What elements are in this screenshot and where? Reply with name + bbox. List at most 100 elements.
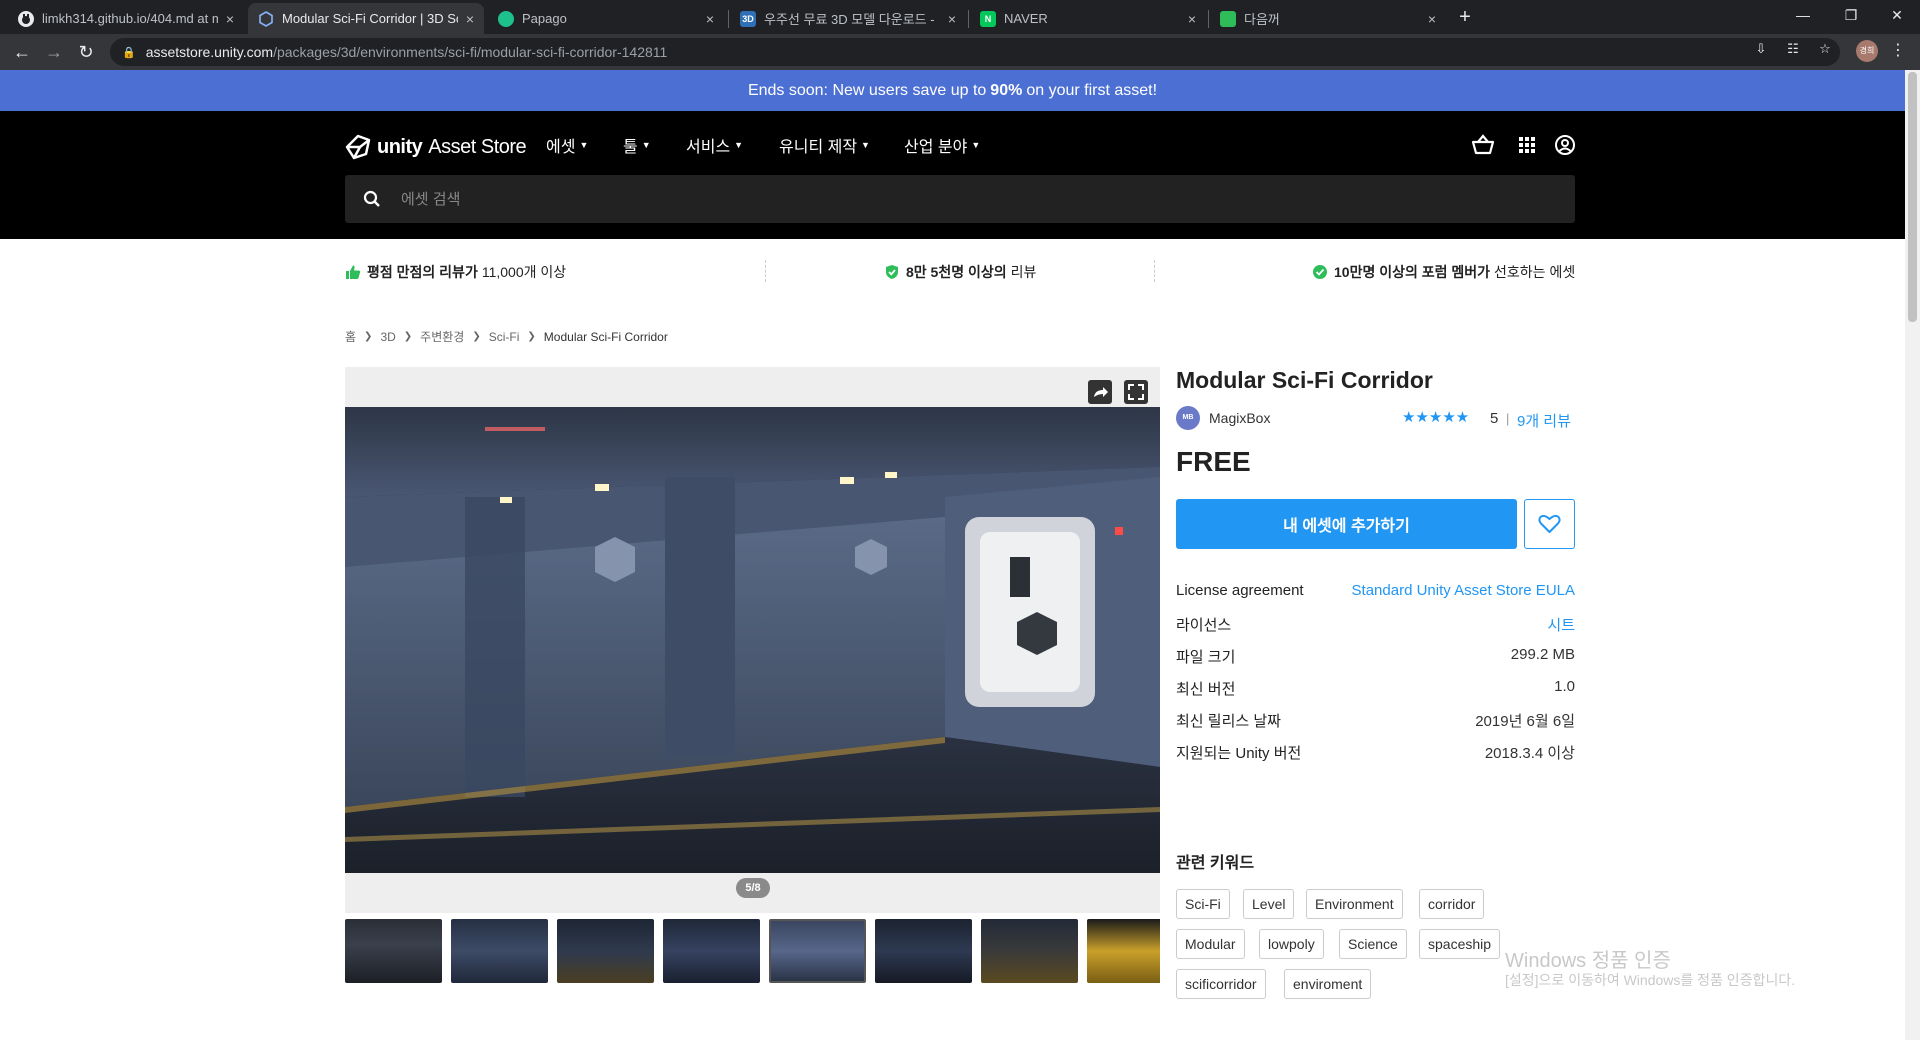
tab-naver[interactable]: N NAVER × xyxy=(970,3,1206,34)
publisher-row: MB MagixBox ★★★★★ 5 | 9개 리뷰 xyxy=(1176,406,1576,432)
gallery-thumbnails xyxy=(345,919,1160,983)
reload-icon[interactable]: ↻ xyxy=(74,40,98,64)
new-tab-button[interactable]: + xyxy=(1452,4,1478,30)
close-tab-icon[interactable]: × xyxy=(1188,11,1196,27)
trust-separator xyxy=(765,260,766,282)
seat-link[interactable]: 시트 xyxy=(1547,614,1575,635)
eula-link[interactable]: Standard Unity Asset Store EULA xyxy=(1352,582,1575,599)
price: FREE xyxy=(1176,446,1251,477)
more-menu-icon[interactable]: ⋮ xyxy=(1890,40,1906,60)
nav-industries[interactable]: 산업 분야 ▼ xyxy=(904,133,980,157)
keyword-tag[interactable]: Level xyxy=(1243,889,1295,919)
trust-item-reviews: 평점 만점의 리뷰가 11,000개 이상 xyxy=(345,262,566,282)
tab-unity-asset[interactable]: Modular Sci-Fi Corridor | 3D Sci × xyxy=(248,3,484,34)
keywords-title: 관련 키워드 xyxy=(1176,855,1255,872)
keyword-tag[interactable]: corridor xyxy=(1419,889,1485,919)
thumbnail-8[interactable] xyxy=(1087,919,1160,983)
breadcrumb-3d[interactable]: 3D xyxy=(380,330,395,344)
papago-icon xyxy=(498,10,514,27)
back-arrow-icon[interactable]: ← xyxy=(10,40,34,64)
wishlist-button[interactable] xyxy=(1524,499,1575,549)
breadcrumb-scifi[interactable]: Sci-Fi xyxy=(489,330,520,344)
close-tab-icon[interactable]: × xyxy=(1428,11,1436,27)
breadcrumb-home[interactable]: 홈 xyxy=(345,328,356,345)
star-bookmark-icon[interactable]: ☆ xyxy=(1816,40,1834,58)
url-field[interactable]: 🔒 assetstore.unity.com/packages/3d/envir… xyxy=(110,38,1840,66)
nav-services[interactable]: 서비스 ▼ xyxy=(686,133,743,157)
chevron-right-icon: ❯ xyxy=(364,331,373,342)
chevron-down-icon: ▼ xyxy=(579,140,589,150)
forward-arrow-icon[interactable]: → xyxy=(42,40,66,64)
breadcrumb-environments[interactable]: 주변환경 xyxy=(420,328,464,345)
close-tab-icon[interactable]: × xyxy=(466,11,474,27)
rating-value: 5 xyxy=(1490,410,1499,427)
thumbnail-4[interactable] xyxy=(663,919,760,983)
thumbnail-1[interactable] xyxy=(345,919,442,983)
product-gallery xyxy=(345,367,1160,913)
breadcrumb: 홈 ❯ 3D ❯ 주변환경 ❯ Sci-Fi ❯ Modular Sci-Fi … xyxy=(345,328,668,345)
windows-activation-watermark: Windows 정품 인증 xyxy=(1505,950,1671,972)
thumbnail-3[interactable] xyxy=(557,919,654,983)
close-tab-icon[interactable]: × xyxy=(226,11,234,27)
trust-item-members: 8만 5천명 이상의 리뷰 xyxy=(884,262,1036,282)
nav-made-with-unity[interactable]: 유니티 제작 ▼ xyxy=(779,133,870,157)
keyword-tag[interactable]: Science xyxy=(1339,929,1407,959)
github-icon xyxy=(18,10,34,27)
fullscreen-icon[interactable] xyxy=(1124,380,1148,404)
scrollbar-thumb[interactable] xyxy=(1908,72,1917,322)
share-icon[interactable] xyxy=(1088,380,1112,404)
keyword-tag[interactable]: scificorridor xyxy=(1176,969,1266,999)
scifi-corridor-image xyxy=(345,407,1160,873)
chevron-down-icon: ▼ xyxy=(734,140,744,150)
close-tab-icon[interactable]: × xyxy=(948,11,956,27)
rating-stars: ★★★★★ xyxy=(1402,409,1470,426)
nav-assets[interactable]: 에셋 ▼ xyxy=(546,133,588,157)
profile-avatar[interactable]: 경희 xyxy=(1856,40,1878,62)
keyword-tag[interactable]: Environment xyxy=(1306,889,1403,919)
close-window-icon[interactable]: ✕ xyxy=(1874,0,1920,30)
thumbnail-7[interactable] xyxy=(981,919,1078,983)
minimize-icon[interactable]: — xyxy=(1780,0,1826,30)
thumbnail-6[interactable] xyxy=(875,919,972,983)
account-icon[interactable] xyxy=(1552,132,1578,158)
address-bar: ← → ↻ 🔒 assetstore.unity.com/packages/3d… xyxy=(0,34,1920,70)
search-input[interactable] xyxy=(401,190,1501,208)
keyword-tag[interactable]: spaceship xyxy=(1419,929,1501,959)
3d-site-icon: 3D xyxy=(740,10,756,27)
keyword-tag[interactable]: Sci-Fi xyxy=(1176,889,1230,919)
windows-activation-hint: [설정]으로 이동하여 Windows를 정품 인증합니다. xyxy=(1505,972,1796,988)
trust-separator xyxy=(1154,260,1155,282)
heart-icon xyxy=(1538,514,1561,533)
keyword-tag[interactable]: Modular xyxy=(1176,929,1245,959)
chevron-down-icon: ▼ xyxy=(861,140,870,150)
tab-3d-models[interactable]: 3D 우주선 무료 3D 모델 다운로드 - × xyxy=(730,3,966,34)
install-app-icon[interactable]: ⇩ xyxy=(1752,40,1770,58)
product-title: Modular Sci-Fi Corridor xyxy=(1176,367,1433,393)
restore-icon[interactable]: ❐ xyxy=(1828,0,1874,30)
publisher-link[interactable]: MagixBox xyxy=(1209,410,1270,426)
thumbnail-5-selected[interactable] xyxy=(769,919,866,983)
unity-logo[interactable]: unity Asset Store xyxy=(345,131,527,163)
reviews-link[interactable]: 9개 리뷰 xyxy=(1517,410,1571,431)
translate-icon[interactable]: ☷ xyxy=(1784,40,1802,58)
browser-tab-bar: limkh314.github.io/404.md at m × Modular… xyxy=(0,0,1920,34)
promo-banner[interactable]: Ends soon: New users save up to 90% on y… xyxy=(0,70,1905,111)
chevron-right-icon: ❯ xyxy=(527,331,536,342)
search-bar xyxy=(345,175,1575,223)
tab-separator xyxy=(1208,10,1209,28)
keyword-tag[interactable]: lowpoly xyxy=(1259,929,1324,959)
tab-github[interactable]: limkh314.github.io/404.md at m × xyxy=(8,3,244,34)
rating-separator: | xyxy=(1506,411,1510,426)
tab-daum[interactable]: 다음꺼 × xyxy=(1210,3,1446,34)
tab-papago[interactable]: Papago × xyxy=(488,3,724,34)
apps-grid-icon[interactable] xyxy=(1514,132,1540,158)
thumbnail-2[interactable] xyxy=(451,919,548,983)
gallery-main-image[interactable] xyxy=(345,407,1160,873)
keyword-tag[interactable]: enviroment xyxy=(1284,969,1372,999)
cart-icon[interactable] xyxy=(1470,132,1496,158)
publisher-avatar[interactable]: MB xyxy=(1176,406,1200,430)
search-icon xyxy=(363,190,380,207)
add-to-my-assets-button[interactable]: 내 에셋에 추가하기 xyxy=(1176,499,1517,549)
close-tab-icon[interactable]: × xyxy=(706,11,714,27)
nav-tools[interactable]: 툴 ▼ xyxy=(623,133,651,157)
